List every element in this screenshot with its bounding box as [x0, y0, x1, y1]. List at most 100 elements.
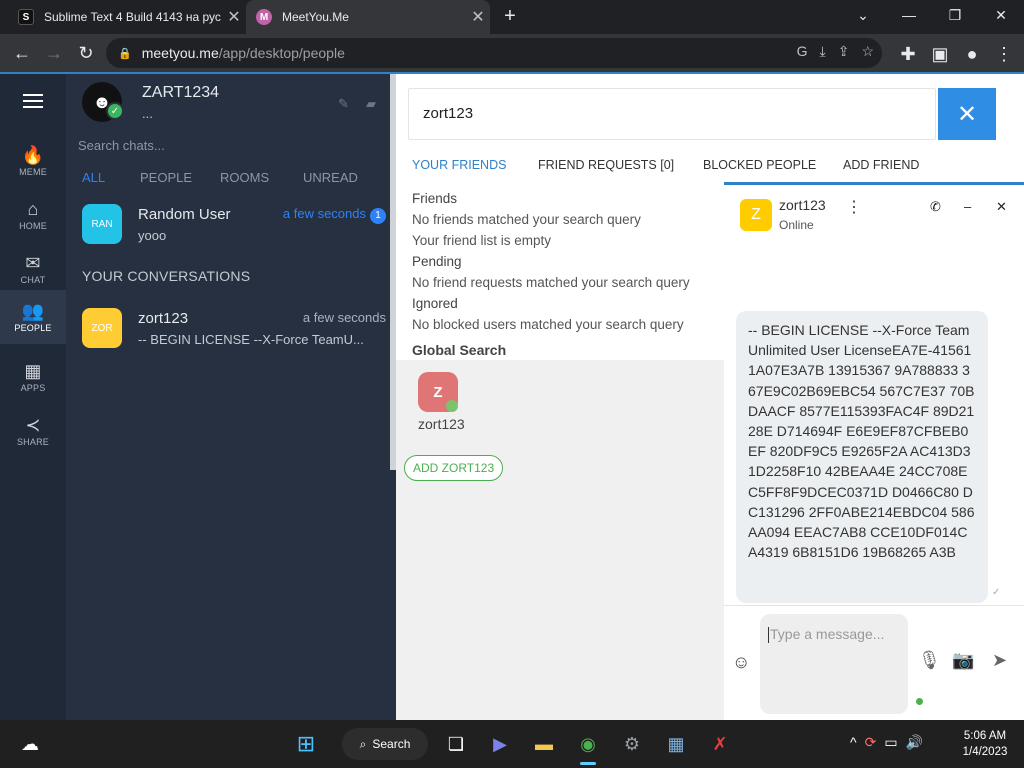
- meetyou-favicon-icon: M: [256, 9, 272, 25]
- chat-contact-name: zort123: [779, 197, 826, 213]
- composer: ☺ Type a message... 🎙 📷 ➤: [724, 605, 1024, 723]
- chrome-icon[interactable]: ◉: [572, 728, 604, 760]
- address-bar[interactable]: 🔒 meetyou.me/app/desktop/people G ⤓ ⇪ ☆: [106, 38, 882, 68]
- conversation-time: a few seconds 1: [283, 206, 386, 224]
- task-view-icon[interactable]: ❏: [440, 728, 472, 760]
- emoji-icon[interactable]: ☺: [732, 652, 750, 673]
- display-icon[interactable]: ▭: [884, 734, 897, 751]
- send-icon[interactable]: ➤: [992, 650, 1007, 671]
- nav-people[interactable]: 👥 PEOPLE: [0, 290, 66, 344]
- active-app-indicator: [580, 762, 596, 765]
- extensions-puzzle-icon[interactable]: ✚: [892, 38, 924, 70]
- global-search-heading: Global Search: [412, 342, 507, 358]
- people-icon: 👥: [21, 301, 45, 321]
- xforce-app-icon[interactable]: ✗: [704, 728, 736, 760]
- search-chats-input[interactable]: Search chats...: [78, 138, 378, 153]
- online-status-dot: [446, 400, 458, 412]
- people-search-input[interactable]: zort123: [408, 88, 936, 140]
- tab-your-friends[interactable]: YOUR FRIENDS: [412, 158, 538, 178]
- nav-share[interactable]: ≺ SHARE: [0, 404, 66, 458]
- nav-meme[interactable]: 🔥 MEME: [0, 134, 66, 188]
- profile-icon[interactable]: ●: [956, 38, 988, 70]
- google-icon[interactable]: G: [797, 43, 808, 60]
- share-icon[interactable]: ⇪: [838, 43, 850, 60]
- file-explorer-icon[interactable]: ▬: [528, 728, 560, 760]
- maximize-button[interactable]: ❐: [932, 0, 978, 30]
- minimize-chat-icon[interactable]: –: [964, 199, 971, 214]
- close-chat-icon[interactable]: ✕: [996, 199, 1007, 215]
- message-bubble: -- BEGIN LICENSE --X-Force TeamUnlimited…: [736, 311, 988, 603]
- friends-results: Friends No friends matched your search q…: [412, 188, 690, 335]
- ignored-none-text: No blocked users matched your search que…: [412, 317, 684, 332]
- search-result-user[interactable]: Z zort123: [416, 372, 465, 442]
- profile-status[interactable]: ...: [142, 106, 153, 121]
- filter-people[interactable]: PEOPLE: [140, 170, 220, 185]
- list-item[interactable]: ZOR zort123 a few seconds -- BEGIN LICEN…: [66, 302, 392, 358]
- windows-taskbar: ☁ ⊞ ⌕ Search ❏ ▶ ▬ ◉ ⚙ ▦ ✗ ^ ⟳ ▭ 🔊 5:06 A…: [0, 720, 1024, 768]
- start-windows-icon[interactable]: ⊞: [290, 728, 322, 760]
- text-caret: [768, 627, 769, 644]
- nav-home[interactable]: ⌂ HOME: [0, 188, 66, 242]
- clear-search-button[interactable]: ✕: [938, 88, 996, 140]
- avatar: RAN: [82, 204, 122, 244]
- filter-all[interactable]: ALL: [82, 170, 140, 185]
- filter-unread[interactable]: UNREAD: [303, 170, 358, 185]
- tray-chevron-up-icon[interactable]: ^: [850, 734, 857, 751]
- install-app-icon[interactable]: ⤓: [820, 43, 826, 60]
- url-host: meetyou.me: [141, 45, 219, 61]
- back-arrow-icon[interactable]: ←: [6, 37, 38, 69]
- tab-friend-requests[interactable]: FRIEND REQUESTS [0]: [538, 158, 703, 178]
- tab-title: Sublime Text 4 Build 4143 на рус: [44, 10, 221, 24]
- bookmark-star-icon[interactable]: ☆: [861, 43, 874, 60]
- add-friend-button[interactable]: ADD ZORT123: [404, 455, 504, 481]
- volume-icon[interactable]: 🔊: [906, 734, 923, 751]
- nav-label: HOME: [19, 221, 47, 231]
- weather-icon[interactable]: ☁: [14, 728, 46, 760]
- taskbar-search-button[interactable]: ⌕ Search: [342, 728, 428, 760]
- edit-pencil-icon[interactable]: ✎: [338, 96, 349, 112]
- tab-add-friend[interactable]: ADD FRIEND: [843, 158, 919, 178]
- settings-gear-icon[interactable]: ⚙: [616, 728, 648, 760]
- friends-empty-text: Your friend list is empty: [412, 233, 552, 248]
- message-input[interactable]: Type a message...: [760, 614, 908, 714]
- hamburger-menu-icon[interactable]: [23, 94, 43, 108]
- list-item[interactable]: RAN Random User a few seconds 1 yooo: [66, 198, 392, 254]
- new-tab-button[interactable]: +: [500, 5, 520, 28]
- browser-menu-icon[interactable]: ⋮: [988, 38, 1020, 70]
- forward-arrow-icon[interactable]: →: [38, 37, 70, 69]
- nav-apps[interactable]: ▦ APPS: [0, 350, 66, 404]
- more-menu-icon[interactable]: ⋮: [846, 197, 862, 217]
- reload-icon[interactable]: ↻: [70, 37, 102, 69]
- tab-blocked-people[interactable]: BLOCKED PEOPLE: [703, 158, 843, 178]
- tab-close-icon[interactable]: ✕: [222, 7, 246, 27]
- filter-rooms[interactable]: ROOMS: [220, 170, 303, 185]
- tab-sublime[interactable]: S Sublime Text 4 Build 4143 на рус ✕: [8, 0, 246, 34]
- nav-label: PEOPLE: [14, 323, 52, 333]
- taskbar-clock[interactable]: 5:06 AM 1/4/2023: [955, 728, 1015, 760]
- tab-search-chevron-down-icon[interactable]: ⌄: [840, 0, 886, 30]
- tab-meetyou[interactable]: M MeetYou.Me ✕: [246, 0, 490, 34]
- browser-toolbar: ← → ↻ 🔒 meetyou.me/app/desktop/people G …: [0, 34, 1024, 72]
- meetyou-app: 🔥 MEME ⌂ HOME ✉ CHAT 👥 PEOPLE ▦ APPS ≺ S…: [0, 74, 1024, 723]
- side-panel-icon[interactable]: ▣: [924, 38, 956, 70]
- online-check-icon: ✓: [106, 102, 124, 120]
- browser-tab-strip: S Sublime Text 4 Build 4143 на рус ✕ M M…: [0, 0, 1024, 34]
- clock-time: 5:06 AM: [963, 730, 1007, 742]
- search-icon: ⌕: [359, 736, 367, 751]
- microphone-icon[interactable]: 🎙: [918, 650, 941, 671]
- minimize-button[interactable]: —: [886, 0, 932, 30]
- camera-icon[interactable]: 📷: [952, 650, 974, 671]
- unread-badge: 1: [370, 208, 386, 224]
- sync-alert-icon[interactable]: ⟳: [865, 734, 877, 751]
- teams-chat-icon[interactable]: ▶: [484, 728, 516, 760]
- new-message-icon[interactable]: ▰: [366, 96, 376, 112]
- monitor-app-icon[interactable]: ▦: [660, 728, 692, 760]
- avatar: ZOR: [82, 308, 122, 348]
- phone-icon[interactable]: ✆: [930, 199, 941, 215]
- tab-close-icon[interactable]: ✕: [466, 7, 490, 27]
- lock-icon: 🔒: [118, 47, 132, 60]
- nav-chat[interactable]: ✉ CHAT: [0, 242, 66, 296]
- share-icon: ≺: [25, 415, 41, 435]
- close-window-button[interactable]: ✕: [978, 0, 1024, 30]
- clock-date: 1/4/2023: [962, 746, 1008, 758]
